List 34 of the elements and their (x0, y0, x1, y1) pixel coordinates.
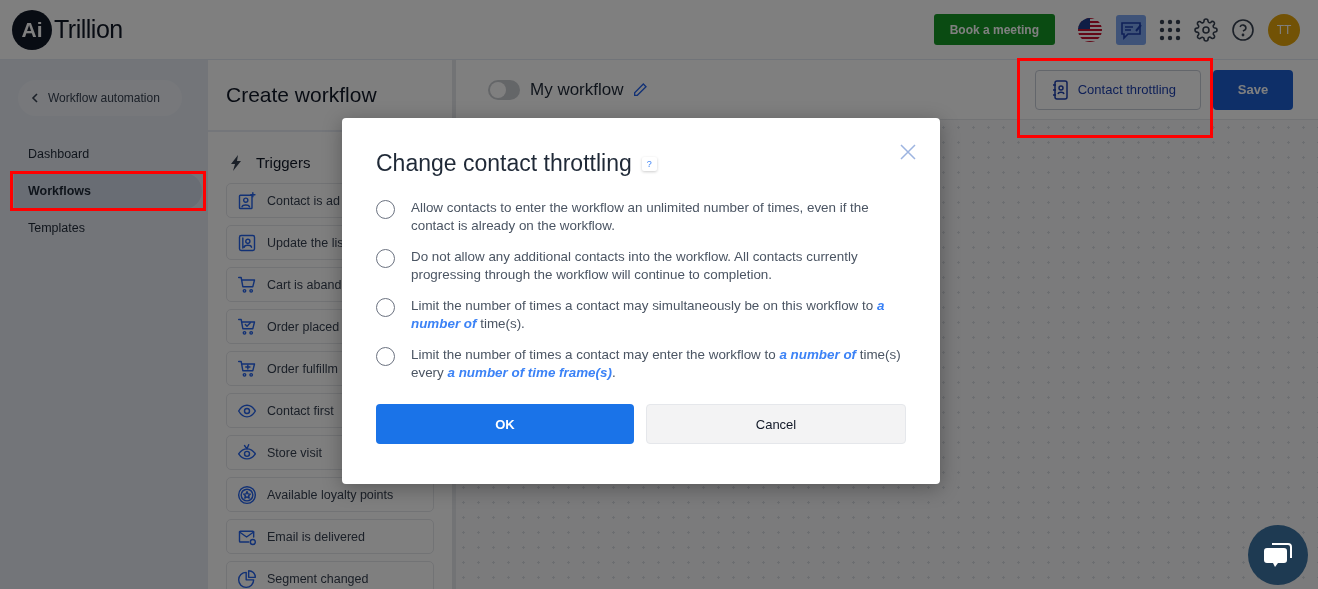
pie-chart-icon (237, 568, 257, 589)
ok-button[interactable]: OK (376, 404, 634, 444)
save-button[interactable]: Save (1213, 69, 1293, 110)
trigger-item[interactable]: Email is delivered (226, 519, 434, 554)
chat-bubble-icon (1263, 541, 1293, 569)
help-icon[interactable] (1231, 17, 1255, 42)
workflow-toggle[interactable] (488, 79, 520, 100)
contact-book-icon (1051, 79, 1068, 100)
logo-mark: Ai (12, 9, 52, 50)
book-meeting-button[interactable]: Book a meeting (933, 14, 1055, 45)
chevron-left-icon (30, 93, 40, 103)
apps-grid-icon[interactable] (1159, 18, 1181, 41)
star-badge-icon (237, 484, 257, 505)
back-link[interactable]: Workflow automation (18, 80, 182, 116)
edit-icon[interactable] (631, 81, 648, 98)
help-badge[interactable]: ? (641, 156, 657, 171)
cart-check-icon (237, 316, 257, 337)
contact-throttling-button[interactable]: Contact throttling (1034, 69, 1201, 110)
dialog-title: Change contact throttling (376, 150, 632, 177)
sidebar-item[interactable]: Templates (14, 210, 202, 246)
contact-card-icon (237, 232, 257, 253)
cart-icon (237, 274, 257, 295)
notes-icon[interactable] (1116, 14, 1146, 45)
logo-text: Trillion (54, 15, 123, 44)
sidebar-item[interactable]: Dashboard (14, 136, 202, 172)
cancel-button[interactable]: Cancel (646, 404, 906, 444)
lightning-icon (230, 154, 242, 171)
trigger-item[interactable]: Segment changed (226, 561, 434, 589)
close-icon (900, 144, 916, 160)
settings-icon[interactable] (1194, 17, 1218, 42)
workflow-name: My workflow (530, 79, 624, 100)
cart-plus-icon (237, 358, 257, 379)
person-add-icon (237, 190, 257, 211)
section-title: Triggers (256, 154, 311, 171)
